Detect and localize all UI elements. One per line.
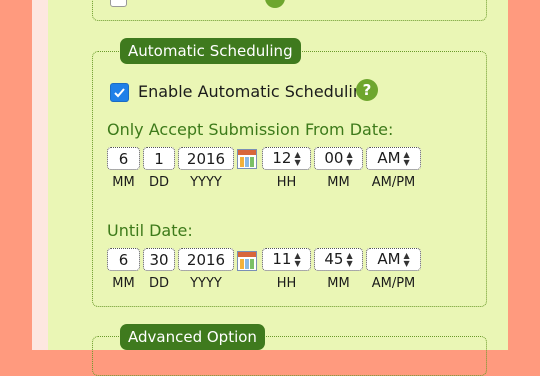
until-day-unit: DD bbox=[148, 276, 170, 291]
select-arrows-icon: ▲ ▼ bbox=[294, 250, 301, 268]
until-minute-unit: MM bbox=[327, 276, 350, 291]
checkbox-checked-icon bbox=[114, 88, 125, 98]
from-minute-unit: MM bbox=[327, 175, 350, 190]
from-year-unit: YYYY bbox=[190, 175, 222, 190]
select-arrows-icon: ▲ ▼ bbox=[403, 250, 410, 268]
previous-checkbox[interactable] bbox=[110, 0, 127, 7]
calendar-icon[interactable] bbox=[237, 149, 257, 169]
from-date-heading: Only Accept Submission From Date: bbox=[107, 120, 394, 139]
enable-automatic-scheduling-label[interactable]: Enable Automatic Scheduling bbox=[138, 82, 373, 101]
until-hour-unit: HH bbox=[276, 276, 297, 291]
until-month-input[interactable]: 6 bbox=[107, 248, 140, 271]
from-year-input[interactable]: 2016 bbox=[178, 147, 234, 170]
previous-fieldset bbox=[92, 0, 487, 21]
select-arrows-icon: ▲ ▼ bbox=[346, 250, 353, 268]
select-arrows-icon: ▲ ▼ bbox=[346, 149, 353, 167]
from-ampm-select[interactable]: AM ▲ ▼ bbox=[366, 147, 421, 170]
until-ampm-select[interactable]: AM ▲ ▼ bbox=[366, 248, 421, 271]
from-minute-value: 00 bbox=[324, 149, 344, 167]
help-icon[interactable]: ? bbox=[356, 79, 378, 101]
from-minute-select[interactable]: 00 ▲ ▼ bbox=[314, 147, 363, 170]
until-hour-value: 11 bbox=[272, 250, 292, 268]
from-hour-select[interactable]: 12 ▲ ▼ bbox=[262, 147, 311, 170]
until-ampm-value: AM bbox=[377, 250, 401, 268]
from-ampm-unit: AM/PM bbox=[371, 175, 416, 190]
until-year-unit: YYYY bbox=[190, 276, 222, 291]
from-day-input[interactable]: 1 bbox=[143, 147, 175, 170]
until-year-input[interactable]: 2016 bbox=[178, 248, 234, 271]
enable-automatic-scheduling-checkbox[interactable] bbox=[110, 83, 129, 102]
from-month-input[interactable]: 6 bbox=[107, 147, 140, 170]
until-minute-select[interactable]: 45 ▲ ▼ bbox=[314, 248, 363, 271]
from-hour-value: 12 bbox=[272, 149, 292, 167]
until-minute-value: 45 bbox=[324, 250, 344, 268]
automatic-scheduling-legend: Automatic Scheduling bbox=[120, 38, 301, 64]
advanced-option-legend[interactable]: Advanced Option bbox=[120, 324, 265, 350]
select-arrows-icon: ▲ ▼ bbox=[403, 149, 410, 167]
from-hour-unit: HH bbox=[276, 175, 297, 190]
calendar-icon[interactable] bbox=[237, 251, 257, 271]
until-day-input[interactable]: 30 bbox=[143, 248, 175, 271]
from-ampm-value: AM bbox=[377, 149, 401, 167]
from-month-unit: MM bbox=[112, 175, 135, 190]
until-date-heading: Until Date: bbox=[107, 221, 193, 240]
from-day-unit: DD bbox=[148, 175, 170, 190]
until-month-unit: MM bbox=[112, 276, 135, 291]
select-arrows-icon: ▲ ▼ bbox=[294, 149, 301, 167]
until-ampm-unit: AM/PM bbox=[371, 276, 416, 291]
until-hour-select[interactable]: 11 ▲ ▼ bbox=[262, 248, 311, 271]
